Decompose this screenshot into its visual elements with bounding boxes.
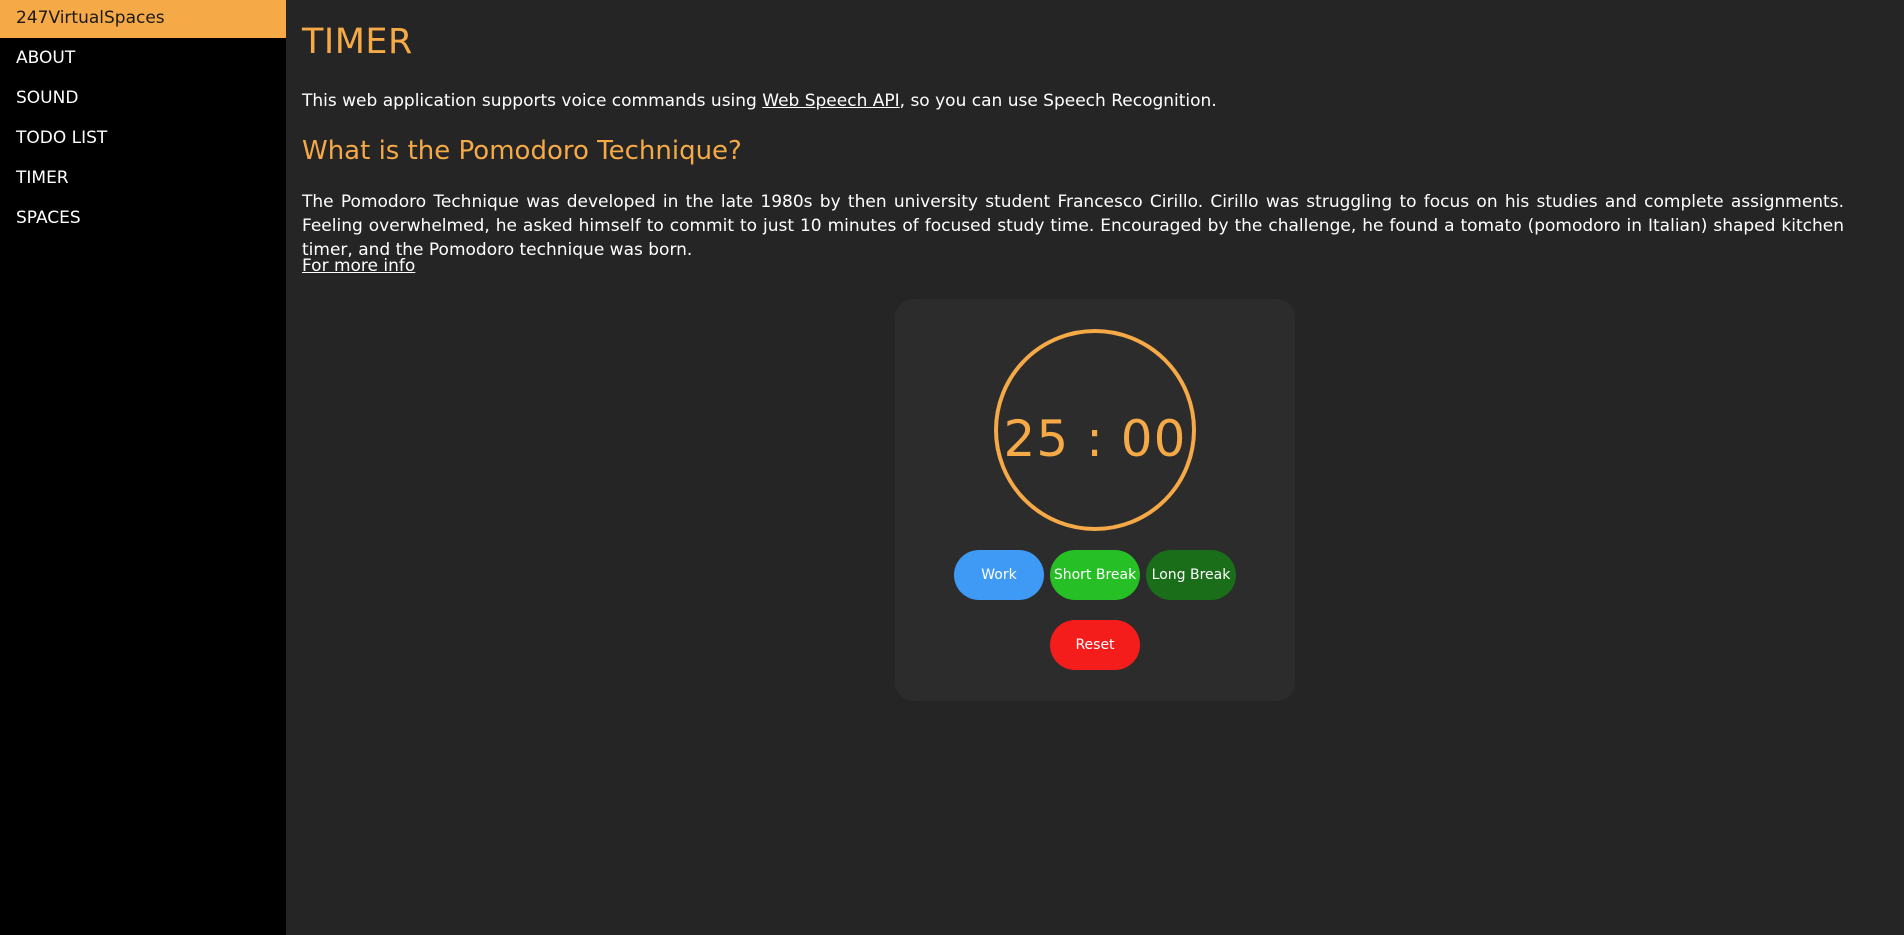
page-title: TIMER: [302, 22, 413, 62]
work-button[interactable]: Work: [954, 550, 1044, 600]
long-break-button[interactable]: Long Break: [1146, 550, 1236, 600]
sidebar-item-todo-list[interactable]: TODO LIST: [0, 118, 286, 158]
reset-button[interactable]: Reset: [1050, 620, 1140, 670]
intro-text-before: This web application supports voice comm…: [302, 91, 763, 111]
sidebar-item-timer[interactable]: TIMER: [0, 158, 286, 198]
sidebar-item-home[interactable]: 247VirtualSpaces: [0, 0, 286, 38]
intro-text-after: , so you can use Speech Recognition.: [899, 91, 1217, 111]
short-break-button[interactable]: Short Break: [1050, 550, 1140, 600]
intro-text: This web application supports voice comm…: [302, 91, 1217, 111]
web-speech-api-link[interactable]: Web Speech API: [762, 91, 899, 111]
main-content: TIMER This web application supports voic…: [286, 0, 1904, 935]
pomodoro-description: The Pomodoro Technique was developed in …: [302, 192, 1844, 260]
timer-ring: 25 : 00: [994, 329, 1196, 531]
pomodoro-heading: What is the Pomodoro Technique?: [302, 136, 742, 166]
timer-display: 25 : 00: [1003, 410, 1187, 468]
sidebar-item-sound[interactable]: SOUND: [0, 78, 286, 118]
timer-card: 25 : 00 Work Short Break Long Break Rese…: [895, 299, 1295, 701]
sidebar: 247VirtualSpaces ABOUT SOUND TODO LIST T…: [0, 0, 286, 935]
sidebar-item-spaces[interactable]: SPACES: [0, 198, 286, 238]
sidebar-item-about[interactable]: ABOUT: [0, 38, 286, 78]
more-info-link[interactable]: For more info: [302, 256, 415, 276]
